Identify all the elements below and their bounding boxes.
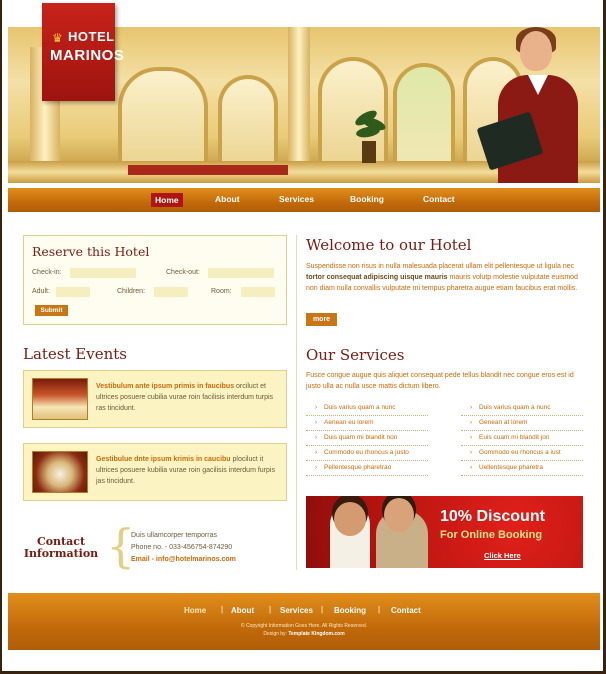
adult-input[interactable]: [56, 287, 90, 297]
copyright-text: © Copyright Information Goes Here. All R…: [240, 623, 368, 629]
checkin-input[interactable]: [70, 268, 136, 278]
checkin-label: Check-in:: [32, 269, 62, 276]
services-intro: Fusce congue augue quis aliquet consequa…: [306, 372, 574, 390]
footer-nav-about[interactable]: About: [231, 606, 254, 615]
service-item[interactable]: › Duis varius quam a nunc: [306, 401, 428, 416]
footer-separator: |: [269, 605, 272, 614]
events-title: Latest Events: [23, 345, 127, 363]
more-button[interactable]: more: [306, 313, 337, 326]
discount-link[interactable]: Click Here: [484, 551, 521, 560]
adult-label: Adult:: [32, 288, 50, 295]
event-text: Gestibulue dnte ipsum krimis in caucibu …: [96, 456, 275, 485]
design-credit-link[interactable]: Template Kingdom.com: [288, 631, 344, 637]
checkout-label: Check-out:: [166, 269, 200, 276]
receptionist-photo: [476, 27, 600, 183]
service-item[interactable]: › Aenean eu lorem: [306, 416, 428, 431]
event-thumbnail: [32, 451, 88, 493]
main-nav: Home About Services Booking Contact: [8, 188, 600, 212]
service-item[interactable]: › Duis quam mi blandit non: [306, 431, 428, 446]
service-item[interactable]: › Genean at lorem: [461, 416, 583, 431]
children-label: Children:: [117, 288, 146, 295]
page: ♛ HOTEL MARINOS Home About Services Book…: [0, 0, 606, 674]
contact-phone: Phone no. - 033-456754-874290: [131, 544, 233, 551]
column-divider: [296, 235, 297, 570]
contact-email[interactable]: Email - info@hotelmarinos.com: [131, 556, 236, 563]
service-item[interactable]: › Uellentesque pharetra: [461, 461, 583, 476]
footer: Home | About | Services | Booking | Cont…: [8, 593, 600, 650]
reserve-title: Reserve this Hotel: [32, 244, 150, 259]
discount-banner[interactable]: 10% Discount For Online Booking Click He…: [306, 496, 583, 568]
design-credit: Design by: Template Kingdom.com: [263, 631, 345, 637]
nav-contact[interactable]: Contact: [423, 194, 455, 204]
service-item[interactable]: › Commodo eu rhoncus a justo: [306, 446, 428, 461]
footer-separator: |: [378, 605, 381, 614]
discount-subtitle: For Online Booking: [440, 529, 543, 541]
footer-nav-home[interactable]: Home: [184, 606, 206, 615]
discount-title: 10% Discount: [440, 508, 545, 525]
event-text: Vestibulum ante ipsum primis in faucibus…: [96, 383, 274, 412]
contact-title: Contact Information: [23, 535, 99, 560]
plant-image: [353, 107, 387, 163]
couple-photo: [318, 496, 428, 568]
logo-line1: HOTEL: [68, 29, 115, 44]
checkout-input[interactable]: [208, 268, 274, 278]
nav-booking[interactable]: Booking: [350, 194, 384, 204]
nav-home[interactable]: Home: [151, 193, 183, 207]
event-item[interactable]: Vestibulum ante ipsum primis in faucibus…: [23, 370, 287, 428]
service-item[interactable]: › Pellentesque pharetrao: [306, 461, 428, 476]
nav-about[interactable]: About: [215, 194, 240, 204]
footer-nav-services[interactable]: Services: [280, 606, 313, 615]
footer-separator: |: [321, 605, 324, 614]
nav-services[interactable]: Services: [279, 194, 314, 204]
reserve-form: Reserve this Hotel Check-in: Check-out: …: [23, 235, 287, 325]
welcome-text: Suspendisse non risus in nulla malesuada…: [306, 263, 578, 292]
event-item[interactable]: Gestibulue dnte ipsum krimis in caucibu …: [23, 443, 287, 501]
service-item[interactable]: › Euis cuam mi blandit jon: [461, 431, 583, 446]
event-thumbnail: [32, 378, 88, 420]
children-input[interactable]: [154, 287, 188, 297]
room-label: Room:: [211, 288, 232, 295]
footer-nav-contact[interactable]: Contact: [391, 606, 421, 615]
submit-button[interactable]: Submit: [35, 305, 68, 316]
contact-line: Duis ullamcorper temporras: [131, 532, 217, 539]
crown-icon: ♛: [52, 31, 63, 45]
footer-nav-booking[interactable]: Booking: [334, 606, 366, 615]
room-input[interactable]: [241, 287, 275, 297]
logo-line2: MARINOS: [50, 47, 125, 64]
services-title: Our Services: [306, 346, 405, 364]
service-item[interactable]: › Gommodo eu rhoncus a iust: [461, 446, 583, 461]
service-item[interactable]: › Duis varius quam a nunc: [461, 401, 583, 416]
welcome-title: Welcome to our Hotel: [306, 236, 472, 254]
hotel-logo[interactable]: ♛ HOTEL MARINOS: [42, 3, 124, 101]
footer-separator: |: [221, 605, 224, 614]
